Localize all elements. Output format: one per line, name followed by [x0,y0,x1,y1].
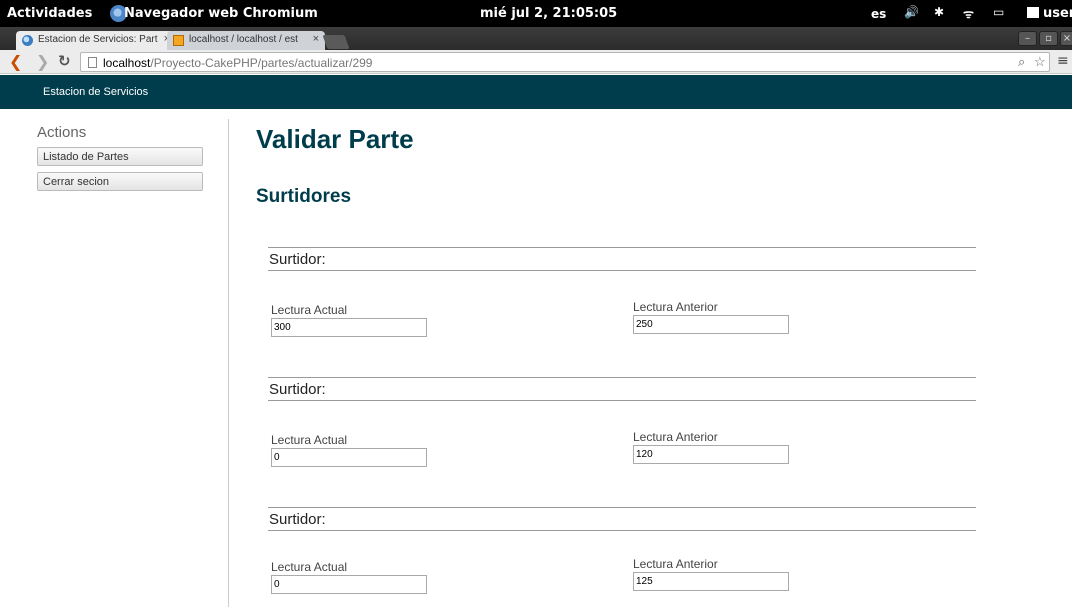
sidebar-divider [228,119,229,607]
forward-button[interactable]: ❯ [36,52,49,71]
user-name: user [1043,6,1072,21]
lectura-actual-input[interactable] [271,575,427,594]
address-bar[interactable]: localhost/Proyecto-CakePHP/partes/actual… [80,52,1050,72]
lectura-actual-field: Lectura Actual [271,433,427,467]
cerrar-sesion-button[interactable]: Cerrar secion [37,172,203,191]
clock[interactable]: mié jul 2, 21:05:05 [480,6,617,21]
user-menu[interactable]: user [1027,6,1072,21]
app-menu[interactable]: Navegador web Chromium [124,6,318,21]
lectura-actual-field: Lectura Actual [271,303,427,337]
lectura-anterior-input[interactable] [633,315,789,334]
browser-toolbar: ❮ ❯ ↻ localhost/Proyecto-CakePHP/partes/… [0,50,1072,74]
keyboard-language-indicator[interactable]: es [871,7,886,21]
wifi-icon[interactable]: ᯤ [963,5,974,22]
lectura-actual-field: Lectura Actual [271,560,427,594]
surtidor-fieldset: Surtidor: Lectura Actual Lectura Anterio… [268,377,976,477]
phpmyadmin-favicon-icon [173,35,184,46]
activities-button[interactable]: Actividades [7,6,92,21]
volume-icon[interactable]: 🔊 [904,5,919,19]
lectura-anterior-input[interactable] [633,572,789,591]
lectura-actual-input[interactable] [271,318,427,337]
url-host: localhost [103,56,151,70]
back-button[interactable]: ❮ [9,52,22,71]
url-path: /Proyecto-CakePHP/partes/actualizar/299 [150,56,373,70]
new-tab-button[interactable] [322,35,350,49]
section-title: Surtidores [256,186,352,207]
lectura-anterior-input[interactable] [633,445,789,464]
browser-tab-strip: Estacion de Servicios: Part × localhost … [0,27,1072,50]
lectura-anterior-label: Lectura Anterior [633,300,718,314]
lectura-actual-label: Lectura Actual [271,433,348,447]
bluetooth-icon[interactable]: ✱ [934,5,944,19]
close-window-button[interactable]: × [1060,31,1072,46]
chrome-menu-icon[interactable]: ≡ [1057,53,1069,69]
tab-phpmyadmin[interactable]: localhost / localhost / est × [167,31,325,50]
lectura-actual-label: Lectura Actual [271,303,348,317]
tab-label: localhost / localhost / est [189,34,298,45]
lectura-anterior-field: Lectura Anterior [633,300,789,334]
page-icon [88,57,97,68]
user-icon [1027,7,1039,18]
listado-partes-button[interactable]: Listado de Partes [37,147,203,166]
lectura-anterior-field: Lectura Anterior [633,430,789,464]
site-header: Estacion de Servicios [0,75,1072,109]
lectura-actual-label: Lectura Actual [271,560,348,574]
maximize-button[interactable]: ▫ [1039,31,1058,46]
tab-label: Estacion de Servicios: Part [38,34,158,45]
site-title-link[interactable]: Estacion de Servicios [43,86,148,98]
lectura-actual-input[interactable] [271,448,427,467]
bookmark-star-icon[interactable]: ☆ [1034,54,1046,70]
lectura-anterior-label: Lectura Anterior [633,557,718,571]
system-top-bar: Actividades Navegador web Chromium mié j… [0,0,1072,27]
surtidor-legend: Surtidor: [268,377,976,401]
globe-favicon-icon [22,35,33,46]
reload-button[interactable]: ↻ [58,52,71,70]
lectura-anterior-label: Lectura Anterior [633,430,718,444]
actions-heading: Actions [37,124,87,141]
surtidor-fieldset: Surtidor: Lectura Actual Lectura Anterio… [268,507,976,607]
surtidor-fieldset: Surtidor: Lectura Actual Lectura Anterio… [268,247,976,347]
surtidor-legend: Surtidor: [268,507,976,531]
tab-estacion-servicios[interactable]: Estacion de Servicios: Part × [16,31,176,50]
lectura-anterior-field: Lectura Anterior [633,557,789,591]
surtidor-legend: Surtidor: [268,247,976,271]
battery-icon[interactable]: ▭ [993,5,1004,19]
actions-sidebar: Actions Listado de Partes Cerrar secion [37,124,203,197]
close-tab-icon[interactable]: × [313,33,319,45]
minimize-button[interactable]: – [1018,31,1037,46]
page-title: Validar Parte [256,124,414,154]
search-zoom-icon[interactable]: ⌕ [1018,54,1025,70]
